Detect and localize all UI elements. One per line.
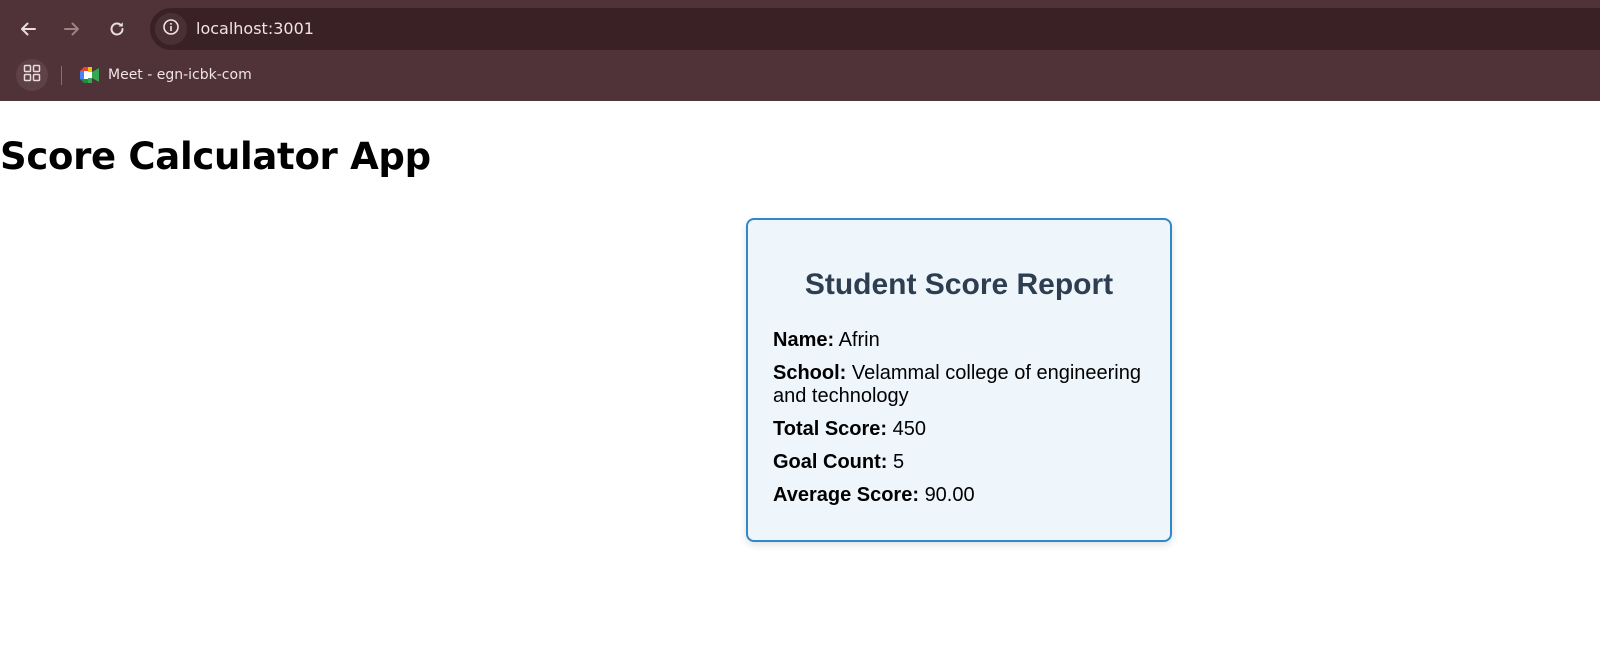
browser-toolbar: localhost:3001 [0,8,1600,50]
apps-button[interactable] [16,59,48,91]
report-title: Student Score Report [804,268,1114,301]
average-score-label: Average Score: [773,484,919,506]
name-label: Name: [773,329,835,351]
google-meet-icon [80,67,99,83]
back-button[interactable] [11,8,45,50]
page-title: Score Calculator App [0,135,431,178]
average-score-row: Average Score: 90.00 [773,484,1153,507]
browser-chrome: localhost:3001 Meet - egn-icbk-com [0,0,1600,101]
name-value: Afrin [838,329,880,351]
goal-count-label: Goal Count: [773,451,888,473]
school-label: School: [773,362,847,384]
total-score-value: 450 [892,418,927,440]
info-icon [162,18,180,41]
goal-count-row: Goal Count: 5 [773,451,1153,474]
total-score-row: Total Score: 450 [773,418,1153,441]
arrow-left-icon [19,20,37,38]
goal-count-value: 5 [893,451,905,473]
bookmark-label: Meet - egn-icbk-com [108,67,252,83]
site-info-button[interactable] [155,13,187,45]
school-row: School: Velammal college of engineering … [773,362,1153,408]
forward-button[interactable] [55,8,89,50]
bookmark-meet[interactable]: Meet - egn-icbk-com [80,57,252,93]
bookmarks-bar: Meet - egn-icbk-com [0,57,1600,93]
average-score-value: 90.00 [924,484,975,506]
reload-button[interactable] [100,8,134,50]
url-text[interactable]: localhost:3001 [196,8,314,50]
arrow-right-icon [63,20,81,38]
bookmarks-divider [61,66,62,85]
student-score-report-card: Student Score Report Name: Afrin School:… [746,218,1172,542]
name-row: Name: Afrin [773,329,1153,352]
total-score-label: Total Score: [773,418,888,440]
reload-icon [108,20,126,38]
address-bar[interactable]: localhost:3001 [150,8,1600,50]
apps-grid-icon [23,64,41,87]
